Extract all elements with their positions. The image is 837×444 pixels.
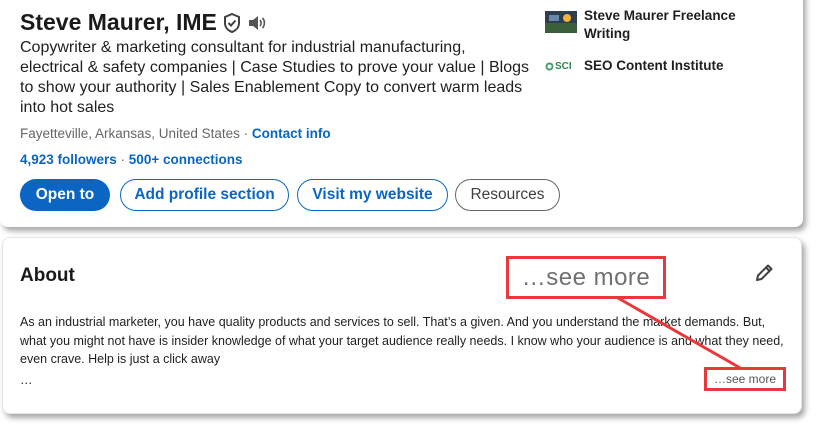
visit-website-button[interactable]: Visit my website (297, 179, 448, 211)
sci-logo-icon[interactable]: SCI (545, 58, 577, 74)
sci-logo-text: SCI (555, 60, 572, 72)
see-more-callout: …see more (506, 256, 666, 299)
open-to-button[interactable]: Open to (20, 179, 110, 211)
connections-link[interactable]: 500+ connections (129, 152, 243, 167)
location-row: Fayetteville, Arkansas, United States · … (20, 126, 331, 141)
edit-pencil-icon[interactable] (753, 262, 775, 284)
speaker-icon[interactable] (247, 14, 267, 32)
contact-info-link[interactable]: Contact info (252, 126, 331, 141)
sm-logo-icon[interactable] (545, 11, 577, 33)
network-separator: · (116, 152, 129, 167)
resources-button[interactable]: Resources (455, 179, 560, 211)
location-text: Fayetteville, Arkansas, United States (20, 126, 240, 141)
about-body-text: As an industrial marketer, you have qual… (20, 315, 784, 366)
see-more-link[interactable]: …see more (704, 367, 786, 391)
add-profile-section-button[interactable]: Add profile section (120, 179, 289, 211)
about-truncation-ellipsis: … (20, 373, 33, 387)
profile-name-row: Steve Maurer, IME (20, 9, 267, 36)
experience-item-freelance-writing[interactable]: Steve Maurer Freelance Writing (584, 7, 764, 43)
profile-headline: Copywriter & marketing consultant for in… (20, 39, 530, 116)
profile-name: Steve Maurer, IME (20, 9, 217, 35)
verified-shield-icon[interactable] (223, 12, 241, 33)
experience-item-seo-content-institute[interactable]: SEO Content Institute (584, 57, 764, 75)
about-title: About (20, 265, 75, 286)
location-separator: · (239, 126, 252, 141)
network-row: 4,923 followers · 500+ connections (20, 152, 242, 167)
followers-link[interactable]: 4,923 followers (20, 152, 117, 167)
